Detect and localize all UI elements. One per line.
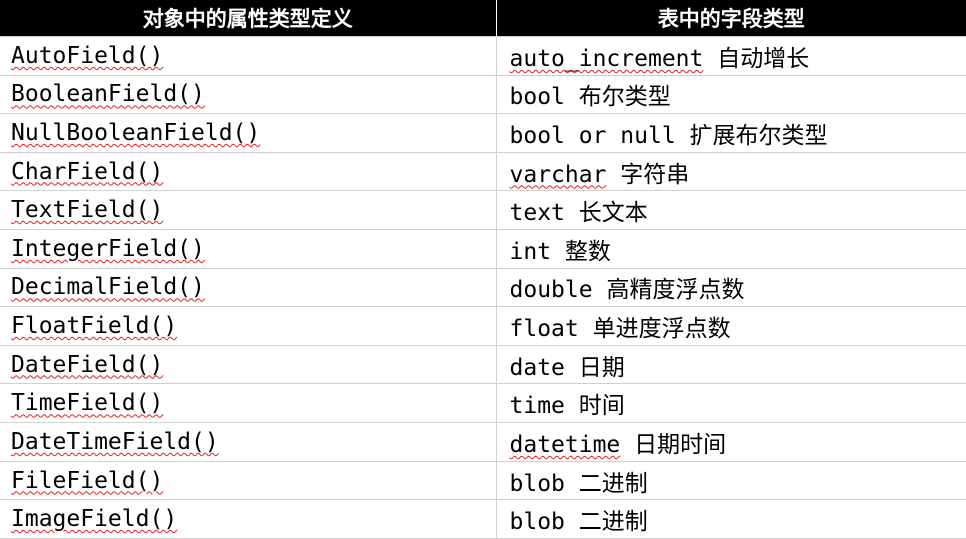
column-type-cell: float 单进度浮点数 xyxy=(495,306,966,346)
sql-type: auto_increment xyxy=(509,45,704,72)
attribute-name: TimeField() xyxy=(11,390,164,417)
attribute-name: DecimalField() xyxy=(11,274,205,301)
type-description: 自动增长 xyxy=(717,45,810,72)
column-type-cell: bool or null 扩展布尔类型 xyxy=(495,113,966,153)
attribute-name: DateTimeField() xyxy=(11,428,219,455)
field-type-mapping-table: 对象中的属性类型定义 表中的字段类型 AutoField() auto_incr… xyxy=(0,0,966,539)
sql-type: text xyxy=(509,200,565,227)
table-row: IntegerField() int 整数 xyxy=(0,229,966,269)
attribute-name: IntegerField() xyxy=(11,235,205,262)
attribute-type-cell: DateField() xyxy=(0,344,497,385)
table-row: DecimalField() double 高精度浮点数 xyxy=(0,267,966,308)
sql-type: time xyxy=(509,393,565,420)
type-description: 字符串 xyxy=(620,161,690,188)
attribute-name: FileField() xyxy=(11,467,164,494)
column-type-cell: auto_increment 自动增长 xyxy=(495,36,966,76)
table-header: 对象中的属性类型定义 表中的字段类型 xyxy=(0,0,966,37)
table-row: CharField() varchar 字符串 xyxy=(0,151,966,192)
type-description: 二进制 xyxy=(578,470,648,497)
attribute-name: AutoField() xyxy=(11,42,164,69)
sql-type: blob xyxy=(509,509,565,536)
attribute-name: NullBooleanField() xyxy=(11,120,261,147)
column-type-cell: double 高精度浮点数 xyxy=(495,267,966,308)
type-description: 布尔类型 xyxy=(578,84,671,111)
header-column-type: 表中的字段类型 xyxy=(495,0,966,37)
sql-type: date xyxy=(509,354,565,381)
type-description: 二进制 xyxy=(578,509,648,536)
type-description: 日期 xyxy=(578,354,625,381)
attribute-type-cell: CharField() xyxy=(0,151,497,192)
sql-type: varchar xyxy=(509,161,607,188)
column-type-cell: datetime 日期时间 xyxy=(495,422,966,462)
attribute-name: ImageField() xyxy=(11,506,178,533)
attribute-type-cell: FloatField() xyxy=(0,306,497,346)
header-row: 对象中的属性类型定义 表中的字段类型 xyxy=(0,0,966,37)
attribute-type-cell: AutoField() xyxy=(0,36,497,76)
attribute-type-cell: FileField() xyxy=(0,460,497,501)
type-description: 日期时间 xyxy=(634,431,727,458)
table-body: AutoField() auto_increment 自动增长 BooleanF… xyxy=(0,36,966,539)
attribute-type-cell: BooleanField() xyxy=(0,74,497,115)
column-type-cell: varchar 字符串 xyxy=(495,151,966,192)
table-row: NullBooleanField() bool or null 扩展布尔类型 xyxy=(0,113,966,153)
column-type-cell: date 日期 xyxy=(495,344,966,385)
sql-type: bool xyxy=(509,84,565,111)
column-type-cell: bool 布尔类型 xyxy=(495,74,966,115)
column-type-cell: blob 二进制 xyxy=(495,460,966,501)
column-type-cell: time 时间 xyxy=(495,383,966,424)
column-type-cell: blob 二进制 xyxy=(495,499,966,539)
table-row: TimeField() time 时间 xyxy=(0,383,966,424)
attribute-name: FloatField() xyxy=(11,313,178,340)
column-type-cell: text 长文本 xyxy=(495,190,966,231)
sql-type: int xyxy=(509,238,552,265)
attribute-name: CharField() xyxy=(11,158,164,185)
table-row: AutoField() auto_increment 自动增长 xyxy=(0,36,966,76)
table-row: DateTimeField() datetime 日期时间 xyxy=(0,422,966,462)
attribute-type-cell: DateTimeField() xyxy=(0,422,497,462)
attribute-name: BooleanField() xyxy=(11,81,205,108)
column-type-cell: int 整数 xyxy=(495,229,966,269)
sql-type: double xyxy=(509,277,593,304)
table-row: BooleanField() bool 布尔类型 xyxy=(0,74,966,115)
table-row: FloatField() float 单进度浮点数 xyxy=(0,306,966,346)
attribute-type-cell: ImageField() xyxy=(0,499,497,539)
attribute-name: DateField() xyxy=(11,351,164,378)
table-row: ImageField() blob 二进制 xyxy=(0,499,966,539)
type-description: 整数 xyxy=(564,238,611,265)
type-description: 高精度浮点数 xyxy=(606,277,745,304)
sql-type: datetime xyxy=(509,431,621,458)
sql-type: blob xyxy=(509,470,565,497)
type-description: 长文本 xyxy=(578,200,648,227)
attribute-type-cell: TextField() xyxy=(0,190,497,231)
type-description: 扩展布尔类型 xyxy=(689,123,828,150)
attribute-type-cell: TimeField() xyxy=(0,383,497,424)
header-attribute-type: 对象中的属性类型定义 xyxy=(0,0,496,37)
attribute-name: TextField() xyxy=(11,197,164,224)
sql-type: float xyxy=(509,316,579,343)
table-row: DateField() date 日期 xyxy=(0,344,966,385)
table-row: FileField() blob 二进制 xyxy=(0,460,966,501)
table-row: TextField() text 长文本 xyxy=(0,190,966,231)
attribute-type-cell: DecimalField() xyxy=(0,267,497,308)
type-description: 时间 xyxy=(578,393,625,420)
type-description: 单进度浮点数 xyxy=(592,316,731,343)
attribute-type-cell: IntegerField() xyxy=(0,229,497,269)
attribute-type-cell: NullBooleanField() xyxy=(0,113,497,153)
sql-type: bool or null xyxy=(509,123,676,150)
